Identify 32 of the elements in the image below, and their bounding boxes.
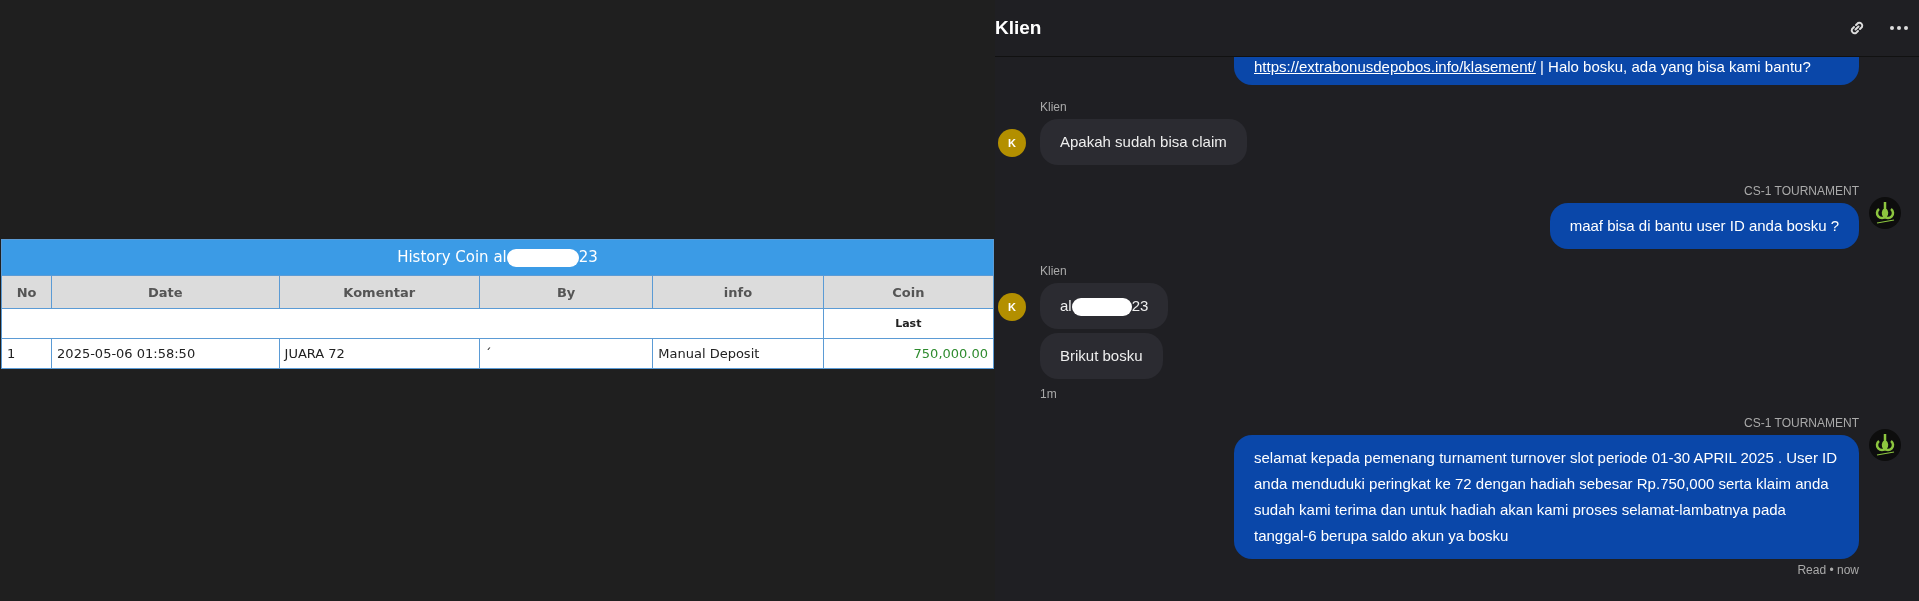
message-time: 1m bbox=[1040, 387, 1057, 401]
message-bubble: https://extrabonusdepobos.info/klasement/ | Halo bosku, ada yang bisa kami bantu? bbox=[1234, 57, 1859, 85]
message-bubble: Brikut bosku bbox=[1040, 333, 1163, 379]
chat-title: Klien bbox=[995, 17, 1043, 39]
table-cell: Manual Deposit bbox=[652, 338, 824, 369]
column-header: info bbox=[652, 275, 824, 309]
table-cell: Last bbox=[823, 308, 994, 339]
table-cell: ˊ bbox=[479, 338, 653, 369]
message-bubble: al 23 bbox=[1040, 283, 1169, 329]
sender-name: CS-1 TOURNAMENT bbox=[1744, 416, 1859, 430]
table-cell: JUARA 72 bbox=[279, 338, 480, 369]
avatar: K bbox=[998, 293, 1026, 321]
sender-name: CS-1 TOURNAMENT bbox=[1744, 184, 1859, 198]
column-header: Date bbox=[51, 275, 280, 309]
sender-name: Klien bbox=[1040, 264, 1067, 278]
column-header: No bbox=[1, 275, 52, 309]
message-bubble: selamat kepada pemenang turnament turnover slot periode 01-30 APRIL 2025 . User ID anda menduduki peringkat ke 72 dengan hadiah sebesar Rp.750,000 serta klaim anda sudah kami terima dan untuk hadiah akan kami proses selamat-lambatnya pada tanggal-6 berupa saldo akun ya bosku bbox=[1234, 435, 1859, 559]
column-header: Komentar bbox=[279, 275, 480, 309]
column-header: By bbox=[479, 275, 653, 309]
message-bubble: Apakah sudah bisa claim bbox=[1040, 119, 1247, 165]
message-bubble: maaf bisa di bantu user ID anda bosku ? bbox=[1549, 203, 1859, 249]
table-title: History Coin al 23 bbox=[1, 239, 994, 276]
table-cell: 2025-05-06 01:58:50 bbox=[51, 338, 280, 369]
table-cell: 1 bbox=[1, 338, 52, 369]
avatar: K bbox=[998, 129, 1026, 157]
table-cell: 750,000.00 bbox=[823, 338, 994, 369]
logo-icon bbox=[1869, 429, 1901, 461]
logo-icon bbox=[1869, 197, 1901, 229]
read-status: Read • now bbox=[1797, 563, 1859, 577]
sender-name: Klien bbox=[1040, 100, 1067, 114]
column-header: Coin bbox=[823, 275, 994, 309]
link[interactable]: https://extrabonusdepobos.info/klasement/ bbox=[1254, 58, 1536, 75]
